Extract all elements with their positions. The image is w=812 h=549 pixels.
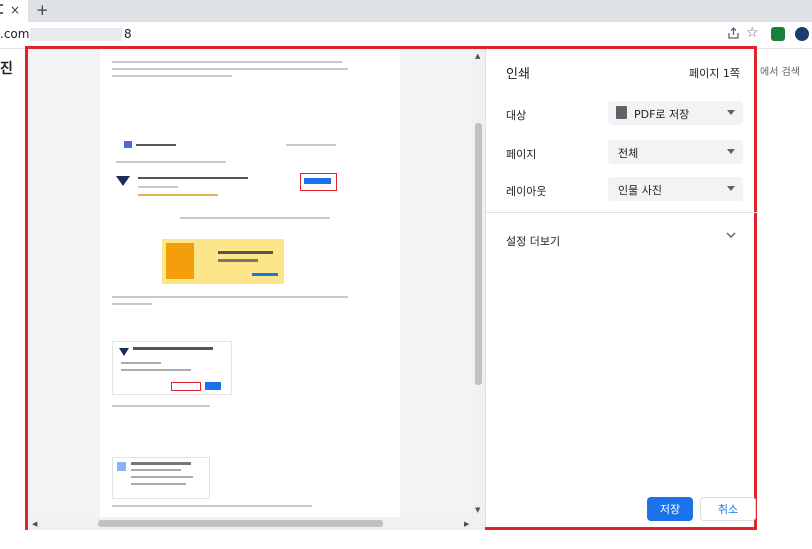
destination-value: PDF로 저장 bbox=[634, 108, 690, 121]
print-settings-pane: 인쇄 페이지 1쪽 대상 PDF로 저장 페이지 전체 레이아웃 인물 사진 설… bbox=[485, 49, 758, 527]
settings-divider bbox=[486, 212, 758, 213]
preview-vertical-scrollbar[interactable]: ▲ ▼ bbox=[472, 49, 485, 517]
background-page-text: 진 bbox=[0, 61, 13, 77]
preview-vertical-scroll-thumb[interactable] bbox=[475, 123, 482, 385]
pages-label: 페이지 bbox=[506, 148, 537, 161]
preview-notification-screenshot bbox=[112, 457, 210, 499]
tab-close-button[interactable]: × bbox=[10, 3, 20, 17]
background-search-text: 에서 검색 bbox=[760, 67, 800, 78]
preview-chrome-logo bbox=[124, 141, 132, 148]
chevron-down-icon bbox=[727, 186, 735, 191]
scroll-up-arrow-icon[interactable]: ▲ bbox=[475, 52, 480, 60]
layout-label: 레이아웃 bbox=[506, 185, 547, 198]
chevron-down-icon bbox=[727, 110, 735, 115]
preview-text-line bbox=[112, 296, 348, 298]
scroll-down-arrow-icon[interactable]: ▼ bbox=[475, 506, 480, 514]
preview-ext-name bbox=[138, 177, 248, 179]
preview-text-line bbox=[112, 405, 210, 407]
tab-favicon bbox=[0, 4, 3, 14]
url-redacted-block bbox=[30, 28, 122, 41]
new-tab-button[interactable]: + bbox=[36, 1, 49, 19]
url-tail-text[interactable]: 8 bbox=[124, 27, 132, 41]
preview-tabs bbox=[180, 217, 330, 219]
print-dialog: ▲ ▼ ◀ ▶ 인쇄 페이지 1쪽 대상 PDF로 저장 페이지 전체 레이아웃… bbox=[25, 46, 758, 530]
preview-dialog-screenshot bbox=[112, 341, 232, 395]
preview-text-line bbox=[112, 61, 342, 63]
preview-text-line bbox=[112, 75, 232, 77]
scroll-right-arrow-icon[interactable]: ▶ bbox=[464, 520, 469, 528]
preview-page bbox=[100, 49, 400, 517]
preview-text-line bbox=[112, 505, 312, 507]
preview-banner bbox=[162, 239, 284, 284]
extension-icon-blue[interactable] bbox=[795, 27, 809, 41]
preview-text-line bbox=[112, 303, 152, 305]
layout-value: 인물 사진 bbox=[618, 184, 662, 197]
browser-tab[interactable]: × bbox=[0, 0, 28, 22]
layout-select[interactable]: 인물 사진 bbox=[608, 177, 743, 201]
chevron-down-icon bbox=[727, 149, 735, 154]
preview-ext-site bbox=[138, 186, 178, 188]
save-button[interactable]: 저장 bbox=[647, 497, 693, 521]
tab-strip: × + bbox=[0, 0, 812, 22]
preview-ext-rating bbox=[138, 194, 218, 196]
extension-icon-green[interactable] bbox=[771, 27, 785, 41]
url-domain-text[interactable]: .com bbox=[0, 27, 29, 41]
share-icon[interactable] bbox=[727, 27, 740, 44]
preview-horizontal-scrollbar[interactable]: ◀ ▶ bbox=[28, 517, 485, 530]
preview-account bbox=[286, 144, 336, 146]
pdf-file-icon bbox=[616, 106, 627, 119]
page-count: 페이지 1쪽 bbox=[689, 67, 740, 80]
print-preview-pane[interactable]: ▲ ▼ bbox=[28, 49, 485, 517]
preview-download-icon bbox=[116, 176, 130, 186]
pages-value: 전체 bbox=[618, 147, 639, 160]
pages-select[interactable]: 전체 bbox=[608, 140, 743, 164]
print-title: 인쇄 bbox=[506, 67, 530, 82]
preview-text-line bbox=[112, 68, 348, 70]
destination-select[interactable]: PDF로 저장 bbox=[608, 101, 743, 125]
star-icon[interactable]: ☆ bbox=[746, 25, 759, 41]
browser-toolbar: .com 8 ☆ bbox=[0, 22, 812, 49]
destination-label: 대상 bbox=[506, 109, 527, 122]
preview-store-title bbox=[136, 144, 176, 146]
expand-chevron-icon[interactable] bbox=[726, 231, 736, 242]
cancel-button[interactable]: 취소 bbox=[700, 497, 756, 521]
scroll-left-arrow-icon[interactable]: ◀ bbox=[32, 520, 37, 528]
preview-breadcrumb bbox=[116, 161, 226, 163]
more-settings-toggle[interactable]: 설정 더보기 bbox=[506, 233, 560, 249]
preview-horizontal-scroll-thumb[interactable] bbox=[98, 520, 383, 527]
preview-highlight-box bbox=[300, 173, 337, 191]
